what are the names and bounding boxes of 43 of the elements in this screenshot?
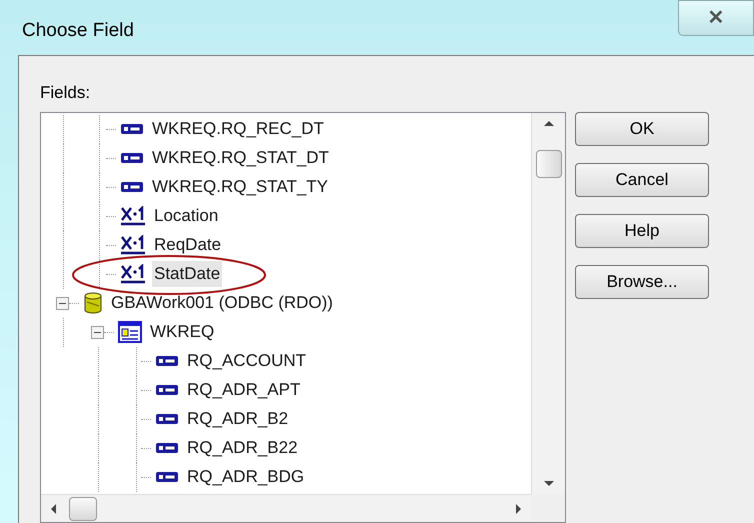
scroll-up-icon[interactable] (544, 120, 554, 126)
formula-icon (120, 235, 146, 255)
tree-item[interactable]: Location (152, 203, 220, 229)
tree-item[interactable]: WKREQ (148, 319, 216, 345)
formula-icon (120, 264, 146, 284)
scroll-thumb[interactable] (69, 496, 97, 520)
window-title: Choose Field (22, 19, 134, 43)
table-icon (118, 321, 142, 343)
collapse-toggle[interactable] (56, 296, 69, 310)
tree-item[interactable]: GBAWork001 (ODBC (RDO)) (109, 290, 335, 316)
tree-item[interactable]: WKREQ.RQ_REC_DT (150, 116, 326, 142)
field-icon (155, 413, 179, 425)
field-icon (155, 442, 179, 454)
tree-item[interactable]: ReqDate (152, 232, 224, 258)
scroll-thumb[interactable] (536, 150, 562, 178)
tree-item[interactable]: StatDate (152, 261, 222, 287)
field-icon (155, 355, 179, 367)
tree-item[interactable]: RQ_ADR_B2 (185, 406, 290, 432)
dialog-button[interactable]: Help (575, 214, 709, 248)
dialog-button[interactable]: Browse... (575, 265, 709, 299)
field-icon (120, 123, 144, 135)
field-icon (155, 384, 179, 396)
tree-item[interactable]: WKREQ.RQ_STAT_TY (150, 174, 330, 200)
tree-item[interactable]: RQ_ADR_BDG (185, 464, 306, 490)
field-icon (120, 152, 144, 164)
formula-icon (120, 206, 146, 226)
scroll-right-icon[interactable] (516, 504, 521, 514)
collapse-toggle[interactable] (91, 326, 104, 338)
scroll-left-icon[interactable] (51, 504, 56, 514)
close-button[interactable]: ✕ (678, 0, 754, 36)
scroll-down-icon[interactable] (544, 481, 554, 486)
vertical-scrollbar[interactable] (531, 112, 565, 494)
dialog-button[interactable]: Cancel (575, 163, 709, 197)
fields-label: Fields: (40, 82, 92, 104)
tree-item[interactable]: RQ_ACCOUNT (185, 348, 308, 374)
dialog-button[interactable]: OK (575, 112, 709, 146)
horizontal-scrollbar[interactable] (41, 494, 531, 522)
field-icon (155, 471, 179, 483)
field-icon (120, 181, 144, 193)
tree-item[interactable]: RQ_ADR_B22 (185, 435, 300, 461)
tree-item[interactable]: RQ_ADR_APT (185, 377, 302, 403)
tree-item[interactable]: WKREQ.RQ_STAT_DT (150, 145, 331, 171)
database-icon (83, 292, 103, 314)
